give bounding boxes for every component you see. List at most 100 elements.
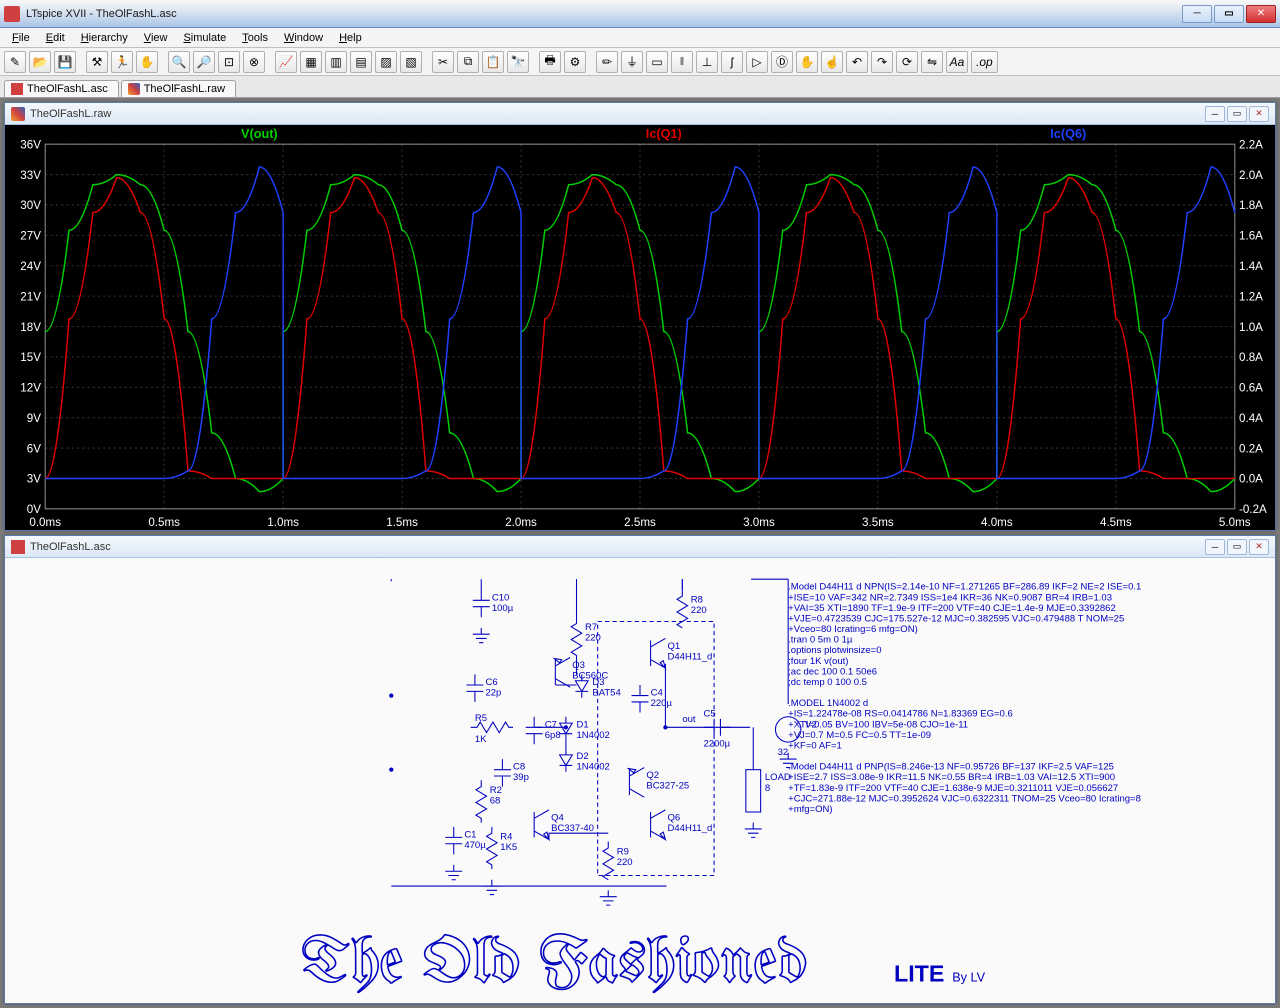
svg-text:0.4A: 0.4A — [1239, 412, 1263, 425]
tab-schematic[interactable]: TheOlFashL.asc — [4, 80, 119, 97]
svg-text:30V: 30V — [20, 199, 41, 212]
svg-text:4.5ms: 4.5ms — [1100, 516, 1132, 529]
schematic-titlebar[interactable]: TheOlFashL.asc ─ ▭ ✕ — [5, 536, 1275, 558]
svg-text:LITE: LITE — [894, 960, 944, 986]
text-icon[interactable]: Aa — [946, 51, 968, 73]
undo-icon[interactable]: ↶ — [846, 51, 868, 73]
svg-text:1.6A: 1.6A — [1239, 230, 1263, 243]
redo-icon[interactable]: ↷ — [871, 51, 893, 73]
subwin-minimize-button[interactable]: ─ — [1205, 106, 1225, 122]
autorange-icon[interactable]: 📈 — [275, 51, 297, 73]
svg-text:3.0ms: 3.0ms — [743, 516, 775, 529]
capacitor-icon[interactable]: ⊥ — [696, 51, 718, 73]
copy-icon[interactable]: ⧉ — [457, 51, 479, 73]
svg-text:1.8A: 1.8A — [1239, 199, 1263, 212]
tile-icon[interactable]: ▦ — [300, 51, 322, 73]
tile2-icon[interactable]: ▥ — [325, 51, 347, 73]
menu-edit[interactable]: Edit — [38, 30, 73, 46]
svg-text:220µ: 220µ — [651, 698, 673, 709]
paste-icon[interactable]: 📋 — [482, 51, 504, 73]
inductor-icon[interactable]: ʃ — [721, 51, 743, 73]
svg-text:+VAI=35 XTI=1890 TF=1.9e-9 ITF: +VAI=35 XTI=1890 TF=1.9e-9 ITF=200 VTF=4… — [788, 603, 1116, 614]
tab-waveform[interactable]: TheOlFashL.raw — [121, 80, 236, 97]
svg-text:Q3: Q3 — [572, 660, 585, 671]
subwin-minimize-button[interactable]: ─ — [1205, 539, 1225, 555]
svg-text:+KF=0 AF=1: +KF=0 AF=1 — [788, 741, 842, 752]
svg-text:1N4002: 1N4002 — [577, 730, 610, 741]
menu-file[interactable]: File — [4, 30, 38, 46]
svg-text:D1: D1 — [577, 719, 589, 730]
subwin-close-button[interactable]: ✕ — [1249, 106, 1269, 122]
zoom-in-icon[interactable]: 🔍 — [168, 51, 190, 73]
subwin-close-button[interactable]: ✕ — [1249, 539, 1269, 555]
svg-text:+XTI=0.05 BV=100 IBV=5e-08 CJO: +XTI=0.05 BV=100 IBV=5e-08 CJO=1e-11 — [788, 719, 968, 730]
svg-text:By LV: By LV — [952, 970, 985, 984]
minimize-button[interactable]: ─ — [1182, 5, 1212, 23]
close-button[interactable]: ✕ — [1246, 5, 1276, 23]
run-icon[interactable]: 🏃 — [111, 51, 133, 73]
svg-text:D3: D3 — [592, 677, 604, 688]
svg-text:22p: 22p — [485, 688, 501, 699]
rotate-icon[interactable]: ⟳ — [896, 51, 918, 73]
svg-text:0.8A: 0.8A — [1239, 351, 1263, 364]
svg-text:0.0ms: 0.0ms — [29, 516, 61, 529]
svg-text:220: 220 — [691, 605, 707, 616]
zoom-area-icon[interactable]: ⊡ — [218, 51, 240, 73]
diode-icon[interactable]: ▷ — [746, 51, 768, 73]
svg-text:15V: 15V — [20, 351, 41, 364]
svg-text:V(out): V(out) — [241, 126, 278, 141]
menu-help[interactable]: Help — [331, 30, 370, 46]
mirror-icon[interactable]: ⇋ — [921, 51, 943, 73]
tile4-icon[interactable]: ▨ — [375, 51, 397, 73]
svg-text:R5: R5 — [475, 713, 487, 724]
menu-hierarchy[interactable]: Hierarchy — [73, 30, 136, 46]
menu-view[interactable]: View — [136, 30, 176, 46]
find-icon[interactable]: 🔭 — [507, 51, 529, 73]
tile5-icon[interactable]: ▧ — [400, 51, 422, 73]
component-icon[interactable]: Ⓓ — [771, 51, 793, 73]
draw-wire-icon[interactable]: ✏ — [596, 51, 618, 73]
svg-text:out: out — [682, 714, 696, 725]
open-icon[interactable]: 📂 — [29, 51, 51, 73]
zoom-out-icon[interactable]: 🔎 — [193, 51, 215, 73]
save-icon[interactable]: 💾 — [54, 51, 76, 73]
drag-icon[interactable]: ☝ — [821, 51, 843, 73]
menu-simulate[interactable]: Simulate — [175, 30, 234, 46]
svg-text:2.0ms: 2.0ms — [505, 516, 537, 529]
svg-text:+VJ=0.7 M=0.5 FC=0.5 TT=1e-09: +VJ=0.7 M=0.5 FC=0.5 TT=1e-09 — [788, 730, 931, 741]
svg-text:6p8: 6p8 — [545, 730, 561, 741]
svg-text:D2: D2 — [577, 751, 589, 762]
move-icon[interactable]: ✋ — [796, 51, 818, 73]
svg-text:;dc temp 0 100 0.5: ;dc temp 0 100 0.5 — [788, 677, 867, 688]
menu-tools[interactable]: Tools — [234, 30, 276, 46]
tab-label: TheOlFashL.raw — [144, 83, 225, 95]
halt-icon[interactable]: ✋ — [136, 51, 158, 73]
cut-icon[interactable]: ✂ — [432, 51, 454, 73]
zoom-fit-icon[interactable]: ⊗ — [243, 51, 265, 73]
probe-icon[interactable]: ⚒ — [86, 51, 108, 73]
svg-text:R9: R9 — [617, 846, 629, 857]
resistor-icon[interactable]: ⧛ — [671, 51, 693, 73]
menu-window[interactable]: Window — [276, 30, 331, 46]
maximize-button[interactable]: ▭ — [1214, 5, 1244, 23]
spice-directive-icon[interactable]: .op — [971, 51, 998, 73]
svg-text:Q2: Q2 — [646, 770, 659, 781]
setup-icon[interactable]: ⚙ — [564, 51, 586, 73]
schematic-canvas[interactable]: C1470µR41K5C622pR51KC839pR268C76p8Q3BC56… — [5, 558, 1275, 1003]
print-icon[interactable]: 🖶 — [539, 51, 561, 73]
svg-text:BC327-25: BC327-25 — [646, 781, 689, 792]
ground-icon[interactable]: ⏚ — [621, 51, 643, 73]
waveform-titlebar[interactable]: TheOlFashL.raw ─ ▭ ✕ — [5, 103, 1275, 125]
app-icon — [4, 6, 20, 22]
svg-text:32: 32 — [778, 747, 789, 758]
new-schematic-icon[interactable]: ✎ — [4, 51, 26, 73]
svg-text:R7: R7 — [585, 622, 597, 633]
svg-text:R4: R4 — [500, 832, 513, 843]
subwin-maximize-button[interactable]: ▭ — [1227, 106, 1247, 122]
tile3-icon[interactable]: ▤ — [350, 51, 372, 73]
svg-text:;four 1K v(out): ;four 1K v(out) — [788, 656, 848, 667]
subwin-maximize-button[interactable]: ▭ — [1227, 539, 1247, 555]
svg-text:C8: C8 — [513, 762, 525, 773]
plot-area[interactable]: 36V33V30V27V24V21V18V15V12V9V6V3V0V2.2A2… — [5, 125, 1275, 530]
label-icon[interactable]: ▭ — [646, 51, 668, 73]
